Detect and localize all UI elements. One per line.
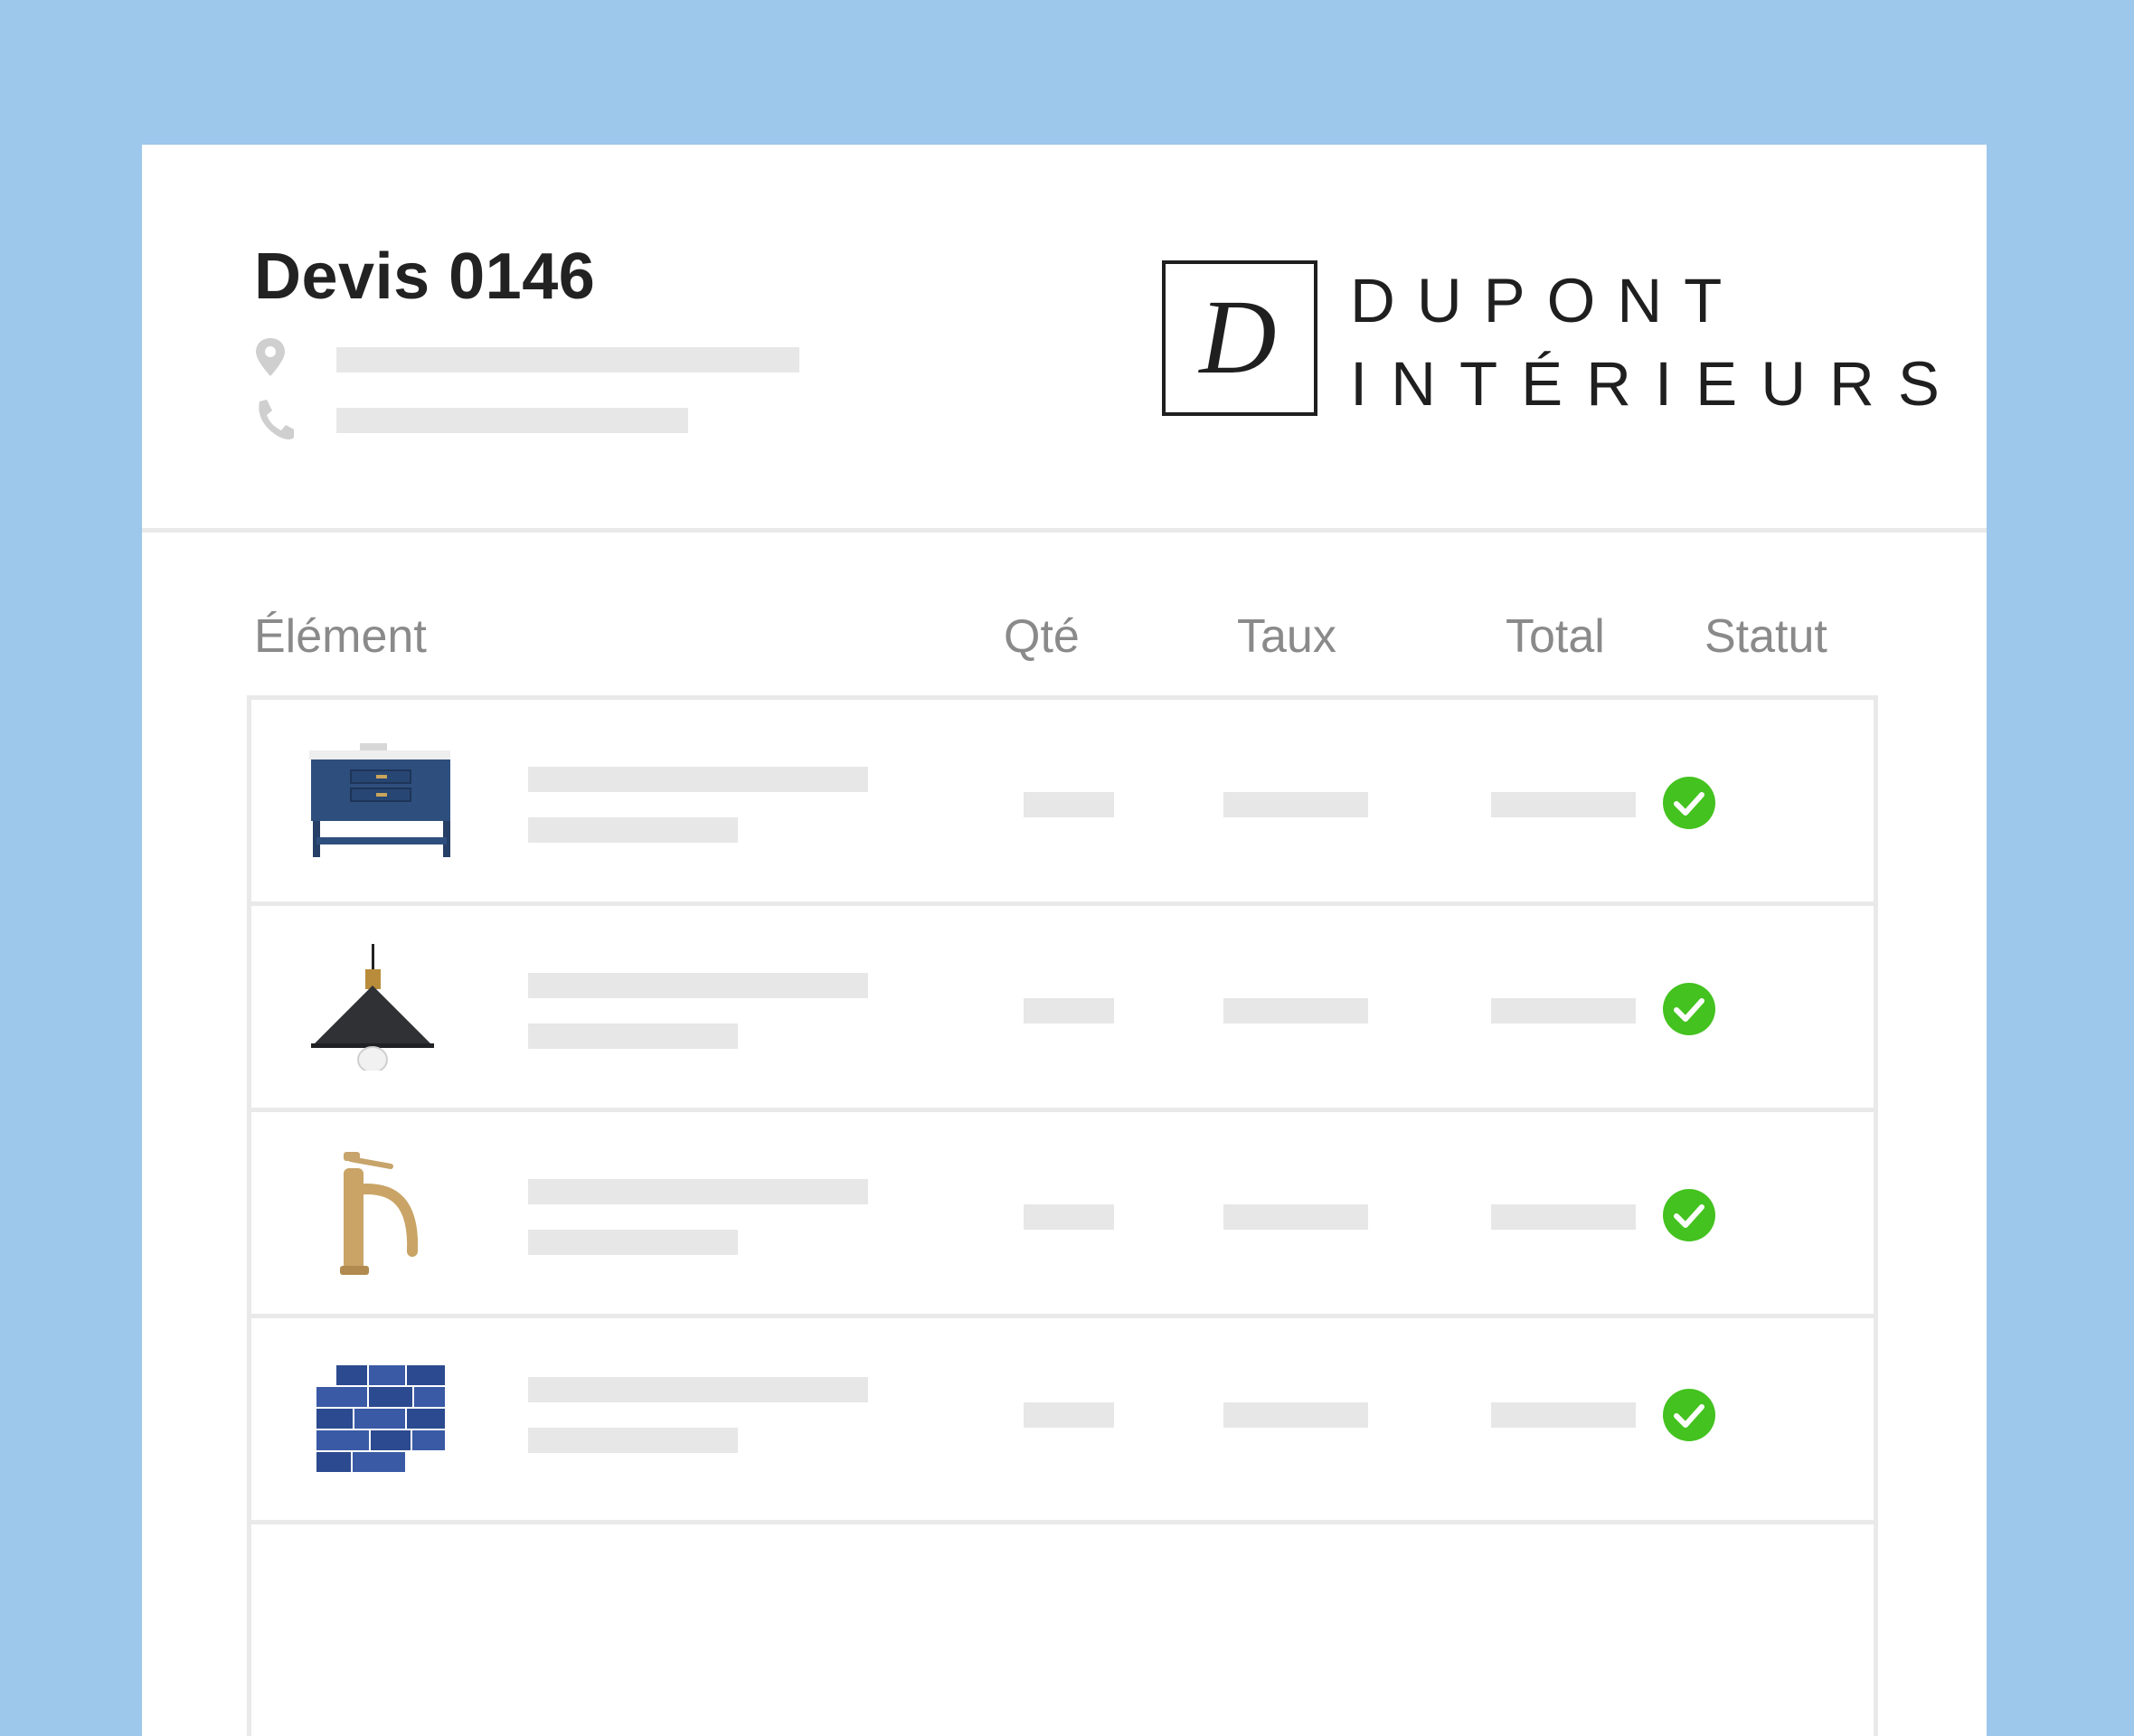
item-description-placeholder [528,1230,738,1255]
item-name-placeholder [528,767,868,792]
phone-placeholder [336,408,688,433]
item-description-placeholder [528,1024,738,1049]
qty-placeholder [1024,792,1114,817]
rate-placeholder [1223,792,1368,817]
item-name-placeholder [528,1179,868,1204]
empty-table-row [251,1524,1874,1736]
total-placeholder [1491,998,1636,1024]
item-name-placeholder [528,973,868,998]
check-circle-icon [1663,1189,1715,1241]
address-placeholder [336,347,799,373]
monogram-icon: D [1197,278,1276,396]
rate-placeholder [1223,1402,1368,1428]
qty-placeholder [1024,1204,1114,1230]
item-name-placeholder [528,1377,868,1402]
brand-name-line1: DUPONT [1350,266,1744,335]
table-row[interactable] [251,700,1874,906]
check-circle-icon [1663,1389,1715,1441]
blue-tile-icon [316,1365,445,1472]
pendant-lamp-icon [311,944,434,1071]
total-placeholder [1491,1204,1636,1230]
items-table [247,695,1878,1736]
quote-card: Devis 0146 D DUPONT INTÉRIEURS Élément Q… [142,145,1987,1736]
column-header-rate[interactable]: Taux [1237,613,1336,660]
column-header-item[interactable]: Élément [254,613,427,660]
vanity-cabinet-icon [309,743,450,857]
column-header-qty[interactable]: Qté [1004,613,1080,660]
faucet-icon [340,1152,419,1275]
phone-icon [259,400,294,439]
table-row[interactable] [251,906,1874,1112]
brand-name-line2: INTÉRIEURS [1350,349,1963,419]
total-placeholder [1491,792,1636,817]
brand-logo-box: D [1162,260,1317,416]
header-divider [142,528,1987,533]
column-header-total[interactable]: Total [1506,613,1605,660]
qty-placeholder [1024,1402,1114,1428]
monogram-letter: D [1197,278,1276,396]
item-description-placeholder [528,817,738,843]
qty-placeholder [1024,998,1114,1024]
rate-placeholder [1223,998,1368,1024]
location-pin-icon [256,338,285,376]
check-circle-icon [1663,777,1715,829]
column-header-status[interactable]: Statut [1704,613,1827,660]
check-circle-icon [1663,983,1715,1035]
table-row[interactable] [251,1112,1874,1318]
total-placeholder [1491,1402,1636,1428]
rate-placeholder [1223,1204,1368,1230]
item-description-placeholder [528,1428,738,1453]
quote-title: Devis 0146 [254,241,596,313]
table-row[interactable] [251,1318,1874,1524]
